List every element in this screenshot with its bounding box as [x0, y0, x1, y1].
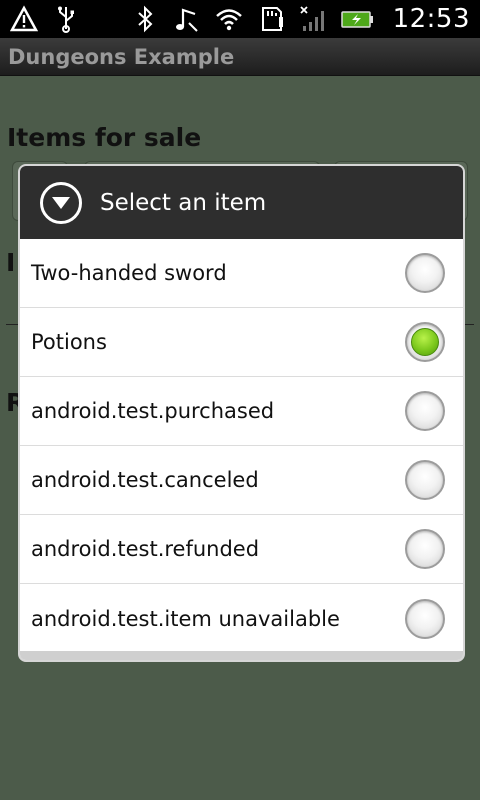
list-item-test-refunded[interactable]: android.test.refunded: [20, 515, 463, 584]
radio-button[interactable]: [405, 460, 445, 500]
items-for-sale-heading: Items for sale: [7, 123, 202, 152]
radio-button[interactable]: [405, 253, 445, 293]
list-item-label: android.test.purchased: [31, 399, 275, 423]
radio-selected-dot: [411, 328, 439, 356]
radio-button-selected[interactable]: [405, 322, 445, 362]
signal-icon: [299, 5, 327, 33]
wifi-icon: [215, 5, 243, 33]
list-item-two-handed-sword[interactable]: Two-handed sword: [20, 239, 463, 308]
sd-card-icon: [257, 5, 285, 33]
battery-charging-icon: [340, 5, 375, 33]
music-icon: [173, 5, 201, 33]
status-right: 12:53: [131, 4, 470, 34]
status-bar: 12:53: [0, 0, 480, 38]
list-item-label: Potions: [31, 330, 107, 354]
bg-partial-heading-1: I: [6, 248, 16, 277]
select-item-dialog: Select an item Two-handed sword Potions …: [18, 164, 465, 662]
list-item-test-unavailable[interactable]: android.test.item unavailable: [20, 584, 463, 653]
list-item-label: android.test.refunded: [31, 537, 260, 561]
clock: 12:53: [392, 4, 470, 34]
item-list: Two-handed sword Potions android.test.pu…: [20, 239, 463, 653]
warning-icon: [10, 5, 38, 33]
list-item-label: Two-handed sword: [31, 261, 227, 285]
radio-button[interactable]: [405, 391, 445, 431]
status-left: [10, 5, 80, 33]
list-item-label: android.test.canceled: [31, 468, 259, 492]
dialog-title: Select an item: [100, 189, 267, 216]
app-title: Dungeons Example: [8, 44, 235, 69]
radio-button[interactable]: [405, 598, 445, 639]
list-item-test-canceled[interactable]: android.test.canceled: [20, 446, 463, 515]
bluetooth-icon: [131, 5, 159, 33]
list-item-label: android.test.item unavailable: [31, 606, 340, 631]
dropdown-circle-icon: [40, 181, 82, 224]
dialog-header: Select an item: [20, 166, 463, 239]
list-item-potions[interactable]: Potions: [20, 308, 463, 377]
list-item-test-purchased[interactable]: android.test.purchased: [20, 377, 463, 446]
radio-button[interactable]: [405, 529, 445, 569]
usb-icon: [52, 5, 80, 33]
dialog-footer: [20, 651, 463, 660]
app-title-bar: Dungeons Example: [0, 38, 480, 76]
